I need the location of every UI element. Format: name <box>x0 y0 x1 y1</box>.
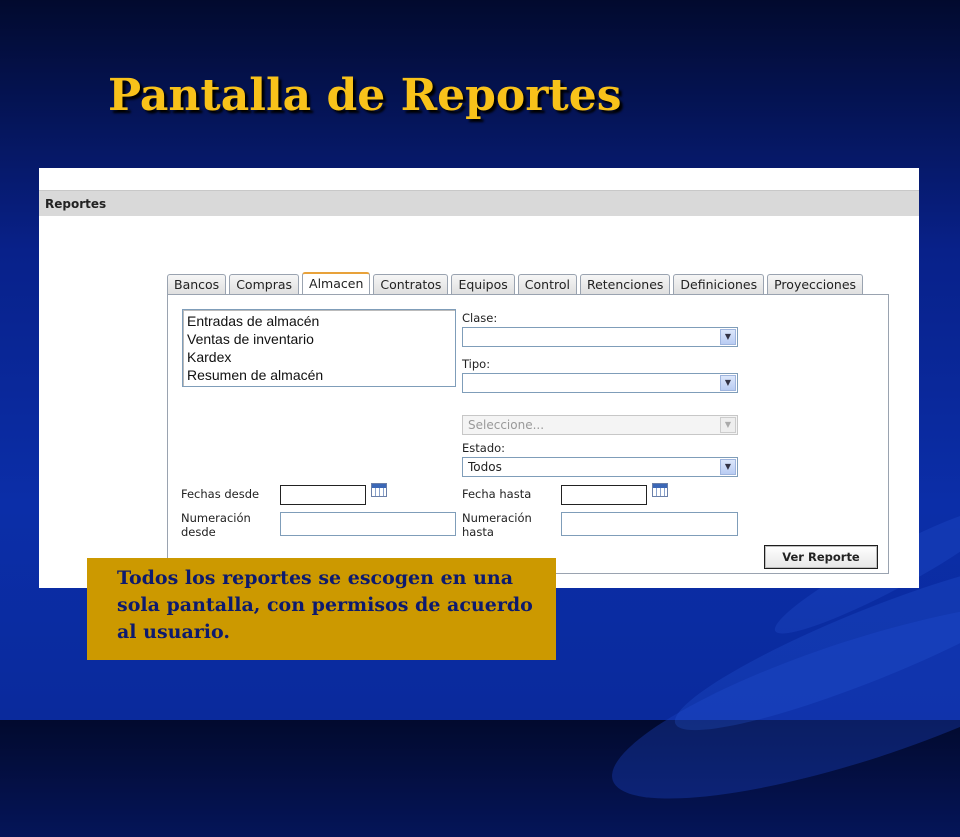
report-tabs: Bancos Compras Almacen Contratos Equipos… <box>167 272 864 296</box>
caption-callout: Todos los reportes se escogen en una sol… <box>87 558 556 660</box>
disabled-select: Seleccione... ▼ <box>462 415 738 435</box>
chevron-down-icon: ▼ <box>720 417 736 433</box>
tab-almacen[interactable]: Almacen <box>302 272 371 296</box>
list-item[interactable]: Ventas de inventario <box>187 330 451 348</box>
slide-title: Pantalla de Reportes <box>108 70 622 121</box>
app-header: Reportes <box>39 190 919 216</box>
estado-select-value: Todos <box>468 460 502 474</box>
ver-reporte-button[interactable]: Ver Reporte <box>764 545 878 569</box>
numeracion-desde-label: Numeración desde <box>181 511 251 539</box>
report-listbox[interactable]: Entradas de almacén Ventas de inventario… <box>182 309 456 387</box>
list-item[interactable]: Kardex <box>187 348 451 366</box>
reports-screenshot: Reportes Bancos Compras Almacen Contrato… <box>39 168 919 588</box>
fechas-desde-label: Fechas desde <box>181 487 260 501</box>
clase-select[interactable]: ▼ <box>462 327 738 347</box>
tab-proyecciones[interactable]: Proyecciones <box>767 274 864 295</box>
tipo-select[interactable]: ▼ <box>462 373 738 393</box>
list-item[interactable]: Entradas de almacén <box>187 312 451 330</box>
tab-control[interactable]: Control <box>517 274 577 295</box>
chevron-down-icon: ▼ <box>720 375 736 391</box>
calendar-icon[interactable] <box>652 483 668 497</box>
tab-equipos[interactable]: Equipos <box>451 274 515 295</box>
numeracion-desde-label-line1: Numeración <box>181 511 251 525</box>
tab-bancos[interactable]: Bancos <box>167 274 227 295</box>
chevron-down-icon: ▼ <box>720 459 736 475</box>
numeracion-desde-input[interactable] <box>280 512 456 536</box>
calendar-icon[interactable] <box>371 483 387 497</box>
list-item[interactable]: Resumen de almacén <box>187 366 451 384</box>
estado-label: Estado: <box>462 441 506 455</box>
disabled-select-placeholder: Seleccione... <box>468 418 545 432</box>
fecha-hasta-label: Fecha hasta <box>462 487 532 501</box>
tab-retenciones[interactable]: Retenciones <box>579 274 671 295</box>
tab-contratos[interactable]: Contratos <box>373 274 449 295</box>
numeracion-hasta-label-line1: Numeración <box>462 511 532 525</box>
numeracion-desde-label-line2: desde <box>181 525 216 539</box>
estado-select[interactable]: Todos ▼ <box>462 457 738 477</box>
tab-compras[interactable]: Compras <box>229 274 300 295</box>
numeracion-hasta-label: Numeración hasta <box>462 511 532 539</box>
clase-label: Clase: <box>462 311 498 325</box>
fecha-desde-input[interactable] <box>280 485 366 505</box>
numeracion-hasta-input[interactable] <box>561 512 738 536</box>
fecha-hasta-input[interactable] <box>561 485 647 505</box>
chevron-down-icon: ▼ <box>720 329 736 345</box>
tab-panel-almacen: Entradas de almacén Ventas de inventario… <box>167 294 889 574</box>
tab-definiciones[interactable]: Definiciones <box>673 274 765 295</box>
tipo-label: Tipo: <box>462 357 491 371</box>
numeracion-hasta-label-line2: hasta <box>462 525 494 539</box>
